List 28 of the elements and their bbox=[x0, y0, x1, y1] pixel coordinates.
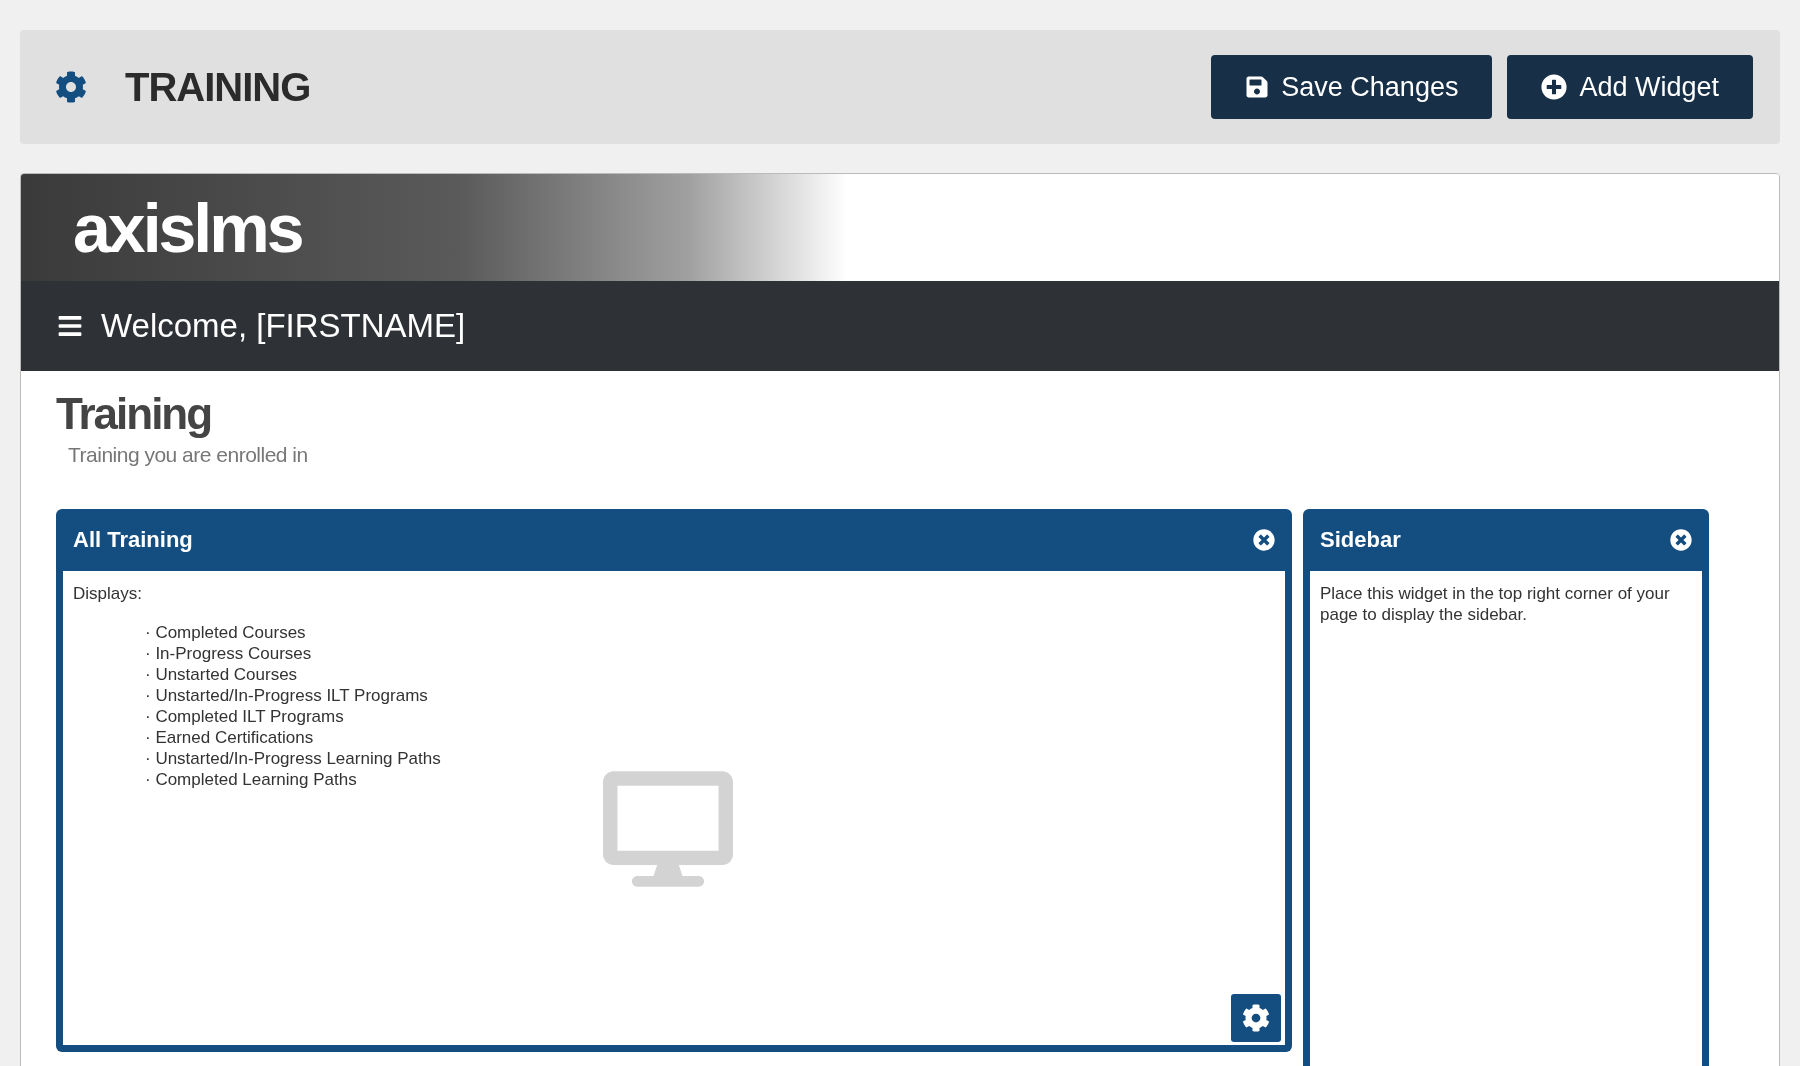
save-changes-button[interactable]: Save Changes bbox=[1211, 55, 1493, 119]
displays-label: Displays: bbox=[73, 582, 143, 604]
section-subheading: Training you are enrolled in bbox=[68, 442, 309, 468]
menu-icon[interactable] bbox=[57, 313, 83, 339]
page-title: TRAINING bbox=[125, 64, 311, 111]
display-list-item: · Completed Courses bbox=[145, 621, 306, 643]
add-widget-button[interactable]: Add Widget bbox=[1507, 55, 1753, 119]
logo-text: axislms bbox=[73, 188, 302, 268]
settings-button[interactable] bbox=[1231, 993, 1281, 1042]
display-list-item: · Completed ILT Programs bbox=[145, 705, 344, 727]
settings-icon bbox=[55, 71, 87, 103]
settings-icon bbox=[1242, 1003, 1270, 1032]
save-icon bbox=[1245, 75, 1270, 99]
monitor-icon bbox=[603, 770, 733, 887]
widget-title: All Training bbox=[73, 526, 193, 554]
sidebar-description: Place this widget in the top right corner of your page to display the sidebar. bbox=[1320, 582, 1671, 625]
plus-icon bbox=[1541, 74, 1568, 100]
display-list-item: · Earned Certifications bbox=[145, 726, 314, 748]
welcome-text: Welcome, [FIRSTNAME] bbox=[101, 306, 466, 347]
display-list-item: · Unstarted/In-Progress Learning Paths bbox=[145, 747, 441, 769]
display-list-item: · Unstarted Courses bbox=[145, 663, 298, 685]
display-list-item: · In-Progress Courses bbox=[145, 642, 312, 664]
widget-title: Sidebar bbox=[1320, 526, 1401, 554]
close-icon[interactable] bbox=[1253, 528, 1275, 551]
display-list-item: · Unstarted/In-Progress ILT Programs bbox=[145, 684, 428, 706]
display-list-item: · Completed Learning Paths bbox=[145, 768, 357, 790]
section-heading: Training bbox=[56, 389, 213, 439]
close-icon[interactable] bbox=[1670, 528, 1692, 551]
